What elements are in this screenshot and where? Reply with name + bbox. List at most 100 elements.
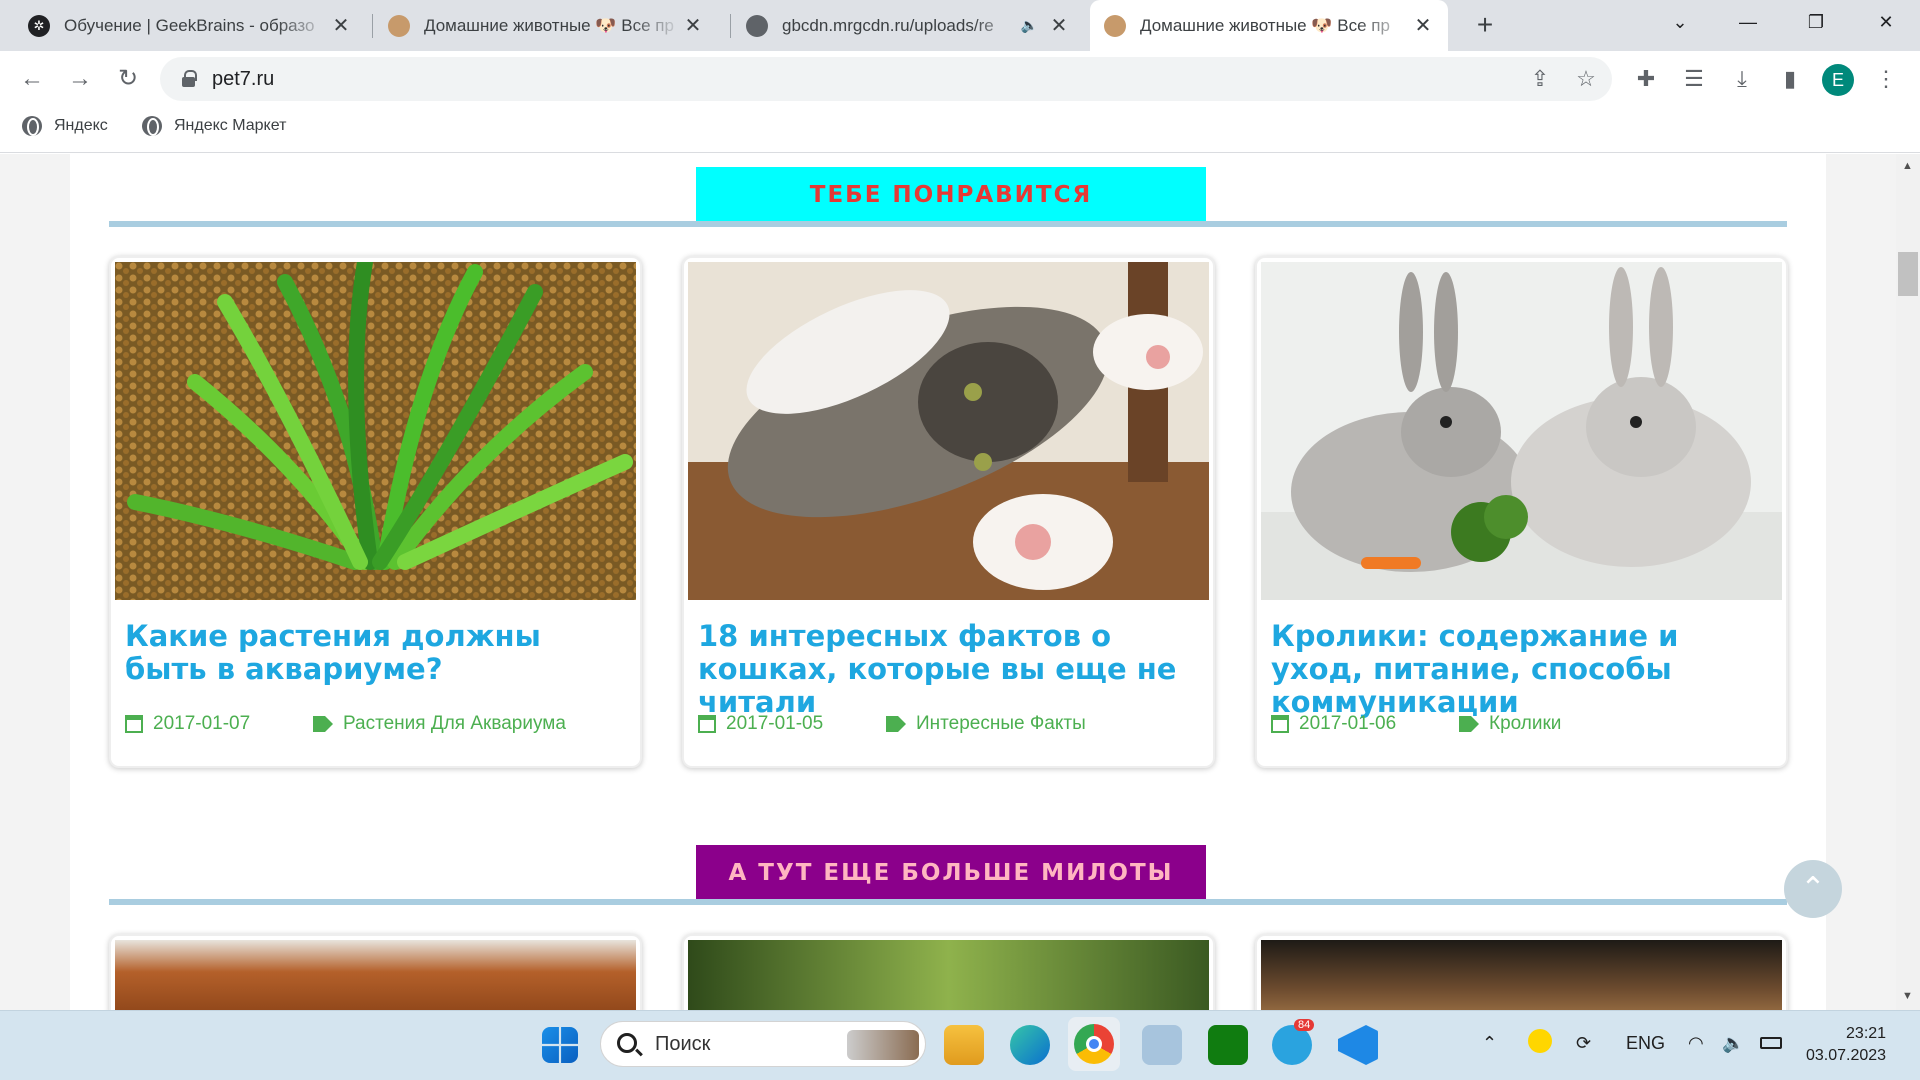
calendar-icon: [125, 715, 143, 733]
file-explorer-icon[interactable]: [944, 1025, 984, 1065]
article-tag[interactable]: Растения Для Аквариума: [313, 713, 566, 735]
tab-title: gbcdn.mrgcdn.ru/uploads/re: [782, 15, 994, 35]
extensions-icon[interactable]: ✚: [1630, 63, 1662, 95]
article-title[interactable]: Кролики: содержание и уход, питание, спо…: [1271, 620, 1776, 719]
article-date: 2017-01-05: [698, 713, 823, 735]
tray-chevron-icon[interactable]: ⌃: [1482, 1033, 1497, 1054]
restore-button[interactable]: ❐: [1786, 0, 1846, 44]
chrome-app-active[interactable]: [1068, 1017, 1120, 1071]
volume-icon[interactable]: 🔈: [1722, 1033, 1744, 1054]
download-icon[interactable]: ⤓: [1726, 63, 1758, 95]
article-image[interactable]: [688, 940, 1209, 1010]
speaker-icon[interactable]: 🔈: [1021, 17, 1038, 34]
bookmark-yandex-market[interactable]: Яндекс Маркет: [142, 116, 286, 136]
back-button[interactable]: ←: [14, 61, 50, 97]
search-placeholder: Поиск: [655, 1033, 711, 1055]
article-card[interactable]: [682, 934, 1215, 1010]
side-panel-icon[interactable]: ▮: [1774, 63, 1806, 95]
section-divider: [109, 221, 1787, 227]
openai-icon: ✲: [28, 14, 50, 37]
bookmark-label: Яндекс Маркет: [174, 117, 287, 134]
windows-start-icon[interactable]: [542, 1027, 578, 1063]
tag-text[interactable]: Растения Для Аквариума: [343, 713, 566, 735]
article-title[interactable]: 18 интересных фактов о кошках, которые в…: [698, 620, 1203, 719]
language-indicator[interactable]: ENG: [1626, 1033, 1665, 1054]
article-image[interactable]: [1261, 940, 1782, 1010]
pug-icon: [1104, 14, 1126, 37]
xbox-icon[interactable]: [1208, 1025, 1248, 1065]
close-icon[interactable]: ✕: [330, 13, 352, 38]
tab-pets-1[interactable]: Домашние животные 🐶 Все пр ✕: [374, 0, 718, 51]
article-card[interactable]: 18 интересных фактов о кошках, которые в…: [682, 256, 1215, 768]
web-page: ТЕБЕ ПОНРАВИТСЯ Какие растения должны бы…: [0, 154, 1920, 1010]
browser-toolbar: ← → ↻ pet7.ru ⇪ ☆ ✚ ☰ ⤓ ▮ E ⋮: [0, 51, 1920, 107]
article-tag[interactable]: Кролики: [1459, 713, 1561, 735]
scroll-to-top-button[interactable]: ⌃: [1784, 860, 1842, 918]
scroll-up-arrow[interactable]: ▲: [1902, 160, 1913, 172]
search-highlight-image: [847, 1030, 919, 1060]
vscode-icon[interactable]: [1338, 1025, 1378, 1065]
section-title: А ТУТ ЕЩЕ БОЛЬШЕ МИЛОТЫ: [696, 845, 1206, 901]
date-text: 2017-01-05: [726, 713, 824, 734]
globe-icon: [746, 14, 768, 37]
clock-time: 23:21: [1846, 1025, 1887, 1042]
article-title[interactable]: Какие растения должны быть в аквариуме?: [125, 620, 630, 686]
bookmark-star-icon[interactable]: ☆: [1570, 63, 1602, 95]
forward-button[interactable]: →: [62, 61, 98, 97]
tab-title: Домашние животные 🐶 Все пр: [424, 15, 674, 35]
sync-icon[interactable]: ⟳: [1576, 1033, 1591, 1054]
close-icon[interactable]: ✕: [682, 13, 704, 38]
minimize-button[interactable]: —: [1718, 0, 1778, 44]
article-tag[interactable]: Интересные Факты: [886, 713, 1086, 735]
article-date: 2017-01-07: [125, 713, 250, 735]
article-card[interactable]: Какие растения должны быть в аквариуме? …: [109, 256, 642, 768]
bookmark-yandex[interactable]: Яндекс: [22, 116, 108, 136]
bookmarks-bar: Яндекс Яндекс Маркет: [0, 107, 1920, 153]
taskbar-search[interactable]: Поиск: [600, 1021, 926, 1067]
close-window-button[interactable]: ✕: [1856, 0, 1916, 44]
article-card[interactable]: [109, 934, 642, 1010]
taskbar-clock[interactable]: 23:21 03.07.2023: [1806, 1023, 1886, 1067]
tag-text[interactable]: Кролики: [1489, 713, 1561, 735]
article-image[interactable]: [115, 940, 636, 1010]
article-card[interactable]: Кролики: содержание и уход, питание, спо…: [1255, 256, 1788, 768]
edge-icon[interactable]: [1010, 1025, 1050, 1065]
tab-search-button[interactable]: ⌄: [1650, 0, 1710, 44]
tab-gbcdn[interactable]: gbcdn.mrgcdn.ru/uploads/re 🔈 ✕: [732, 0, 1084, 51]
tab-title: Обучение | GeekBrains - образо: [64, 15, 315, 35]
tray-app-icon[interactable]: [1528, 1029, 1552, 1053]
lock-icon[interactable]: [182, 70, 197, 87]
scroll-down-arrow[interactable]: ▼: [1902, 990, 1913, 1002]
globe-icon: [142, 116, 162, 136]
media-control-icon[interactable]: ☰: [1678, 63, 1710, 95]
tab-divider: [372, 14, 373, 38]
search-icon: [617, 1033, 637, 1053]
article-date: 2017-01-06: [1271, 713, 1396, 735]
share-icon[interactable]: ⇪: [1524, 63, 1556, 95]
close-icon[interactable]: ✕: [1048, 13, 1070, 38]
reload-button[interactable]: ↻: [110, 61, 146, 97]
battery-icon[interactable]: [1760, 1037, 1782, 1049]
article-image-aquarium-plants[interactable]: [115, 262, 636, 600]
profile-avatar[interactable]: E: [1822, 64, 1854, 96]
tag-icon: [313, 716, 333, 732]
tab-divider: [730, 14, 731, 38]
address-bar[interactable]: pet7.ru ⇪ ☆: [160, 57, 1612, 101]
url-text[interactable]: pet7.ru: [212, 68, 274, 91]
tab-geekbrains[interactable]: ✲ Обучение | GeekBrains - образо ✕: [14, 0, 366, 51]
wifi-icon[interactable]: ◠: [1688, 1033, 1704, 1054]
article-image-cat[interactable]: [688, 262, 1209, 600]
section-divider: [109, 899, 1787, 905]
scrollbar-thumb[interactable]: [1898, 252, 1918, 296]
tag-text[interactable]: Интересные Факты: [916, 713, 1086, 735]
article-image-rabbits[interactable]: [1261, 262, 1782, 600]
remote-app-icon[interactable]: [1142, 1025, 1182, 1065]
tag-icon: [886, 716, 906, 732]
close-icon[interactable]: ✕: [1412, 13, 1434, 38]
page-scrollbar[interactable]: ▲ ▼: [1896, 154, 1920, 1010]
menu-icon[interactable]: ⋮: [1870, 63, 1902, 95]
new-tab-button[interactable]: +: [1468, 8, 1502, 42]
telegram-icon[interactable]: 84: [1272, 1019, 1315, 1065]
tab-pets-active[interactable]: Домашние животные 🐶 Все пр ✕: [1090, 0, 1448, 51]
article-card[interactable]: [1255, 934, 1788, 1010]
